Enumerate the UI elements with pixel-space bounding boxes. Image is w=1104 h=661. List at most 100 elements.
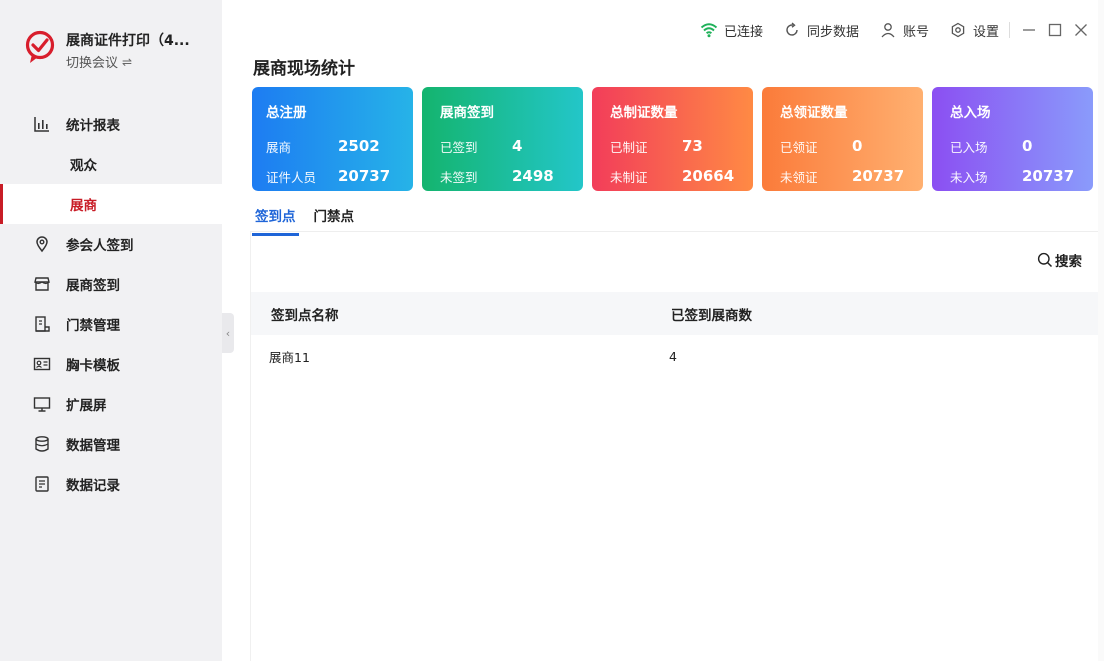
- sidebar-item-label: 数据管理: [66, 438, 120, 454]
- column-header-name: 签到点名称: [271, 307, 339, 324]
- bar-chart-icon: [32, 114, 52, 134]
- settings-button[interactable]: 设置: [949, 21, 999, 40]
- stat-card-badges-made: 总制证数量 已制证 73 未制证 20664: [592, 87, 753, 191]
- sidebar-item-exhibitor-checkin[interactable]: 展商签到: [0, 264, 222, 304]
- card-title: 总制证数量: [610, 105, 678, 121]
- database-icon: [32, 434, 52, 454]
- search-label: 搜索: [1055, 254, 1082, 270]
- card-row-value: 0: [1022, 137, 1033, 155]
- table-header: 签到点名称 已签到展商数: [251, 292, 1099, 335]
- gear-icon: [949, 21, 967, 39]
- close-icon[interactable]: [1074, 23, 1088, 37]
- card-row-label: 已制证: [610, 139, 648, 155]
- sidebar-item-label: 展商签到: [66, 278, 120, 294]
- card-row-value: 2502: [338, 137, 380, 155]
- sidebar-item-data-records[interactable]: 数据记录: [0, 464, 222, 504]
- card-row-label: 未签到: [440, 169, 478, 185]
- card-row-value: 20737: [852, 167, 905, 185]
- sidebar-item-label: 门禁管理: [66, 318, 120, 334]
- stat-card-registration: 总注册 展商 2502 证件人员 20737: [252, 87, 413, 191]
- checkin-points-table: 签到点名称 已签到展商数 展商11 4: [251, 292, 1099, 378]
- card-row: 未领证 20737: [780, 161, 923, 191]
- search-icon: [1037, 252, 1053, 268]
- card-row-label: 展商: [266, 139, 292, 155]
- account-label: 账号: [902, 24, 929, 40]
- sidebar-item-exhibitor[interactable]: 展商: [0, 184, 222, 224]
- card-row: 证件人员 20737: [266, 161, 413, 191]
- sidebar-item-label: 观众: [70, 158, 97, 174]
- sidebar-item-data-management[interactable]: 数据管理: [0, 424, 222, 464]
- card-row-value: 4: [512, 137, 523, 155]
- sidebar-item-badge-template[interactable]: 胸卡模板: [0, 344, 222, 384]
- sidebar-item-extended-screen[interactable]: 扩展屏: [0, 384, 222, 424]
- card-row-value: 0: [852, 137, 863, 155]
- table-cell: 展商11: [269, 350, 310, 365]
- sidebar-item-label: 展商: [70, 198, 97, 214]
- card-row: 未制证 20664: [610, 161, 753, 191]
- sidebar-item-attendee-checkin[interactable]: 参会人签到: [0, 224, 222, 264]
- maximize-icon[interactable]: [1048, 23, 1062, 37]
- sidebar-collapse-button[interactable]: ‹: [222, 313, 234, 353]
- user-icon: [879, 21, 897, 39]
- stat-cards: 总注册 展商 2502 证件人员 20737 展商签到 已签到 4 未签到 24…: [252, 87, 1093, 191]
- store-icon: [32, 274, 52, 294]
- top-toolbar: 已连接 同步数据 账号 设置: [680, 18, 1104, 42]
- content-panel: 搜索 签到点名称 已签到展商数 展商11 4: [250, 231, 1099, 661]
- card-row-value: 73: [682, 137, 703, 155]
- card-row: 展商 2502: [266, 131, 413, 161]
- switch-meeting-label: 切换会议: [66, 56, 119, 71]
- card-row-label: 已入场: [950, 139, 988, 155]
- sync-label: 同步数据: [806, 24, 859, 40]
- sidebar-item-audience[interactable]: 观众: [0, 144, 222, 184]
- scrollbar-track[interactable]: [1098, 0, 1104, 661]
- brand-logo-icon: [25, 30, 55, 63]
- brand: 展商证件打印（4... 切换会议 ⇌: [24, 28, 214, 72]
- card-row-value: 20737: [338, 167, 391, 185]
- card-row: 已签到 4: [440, 131, 583, 161]
- toolbar-divider: [1009, 22, 1010, 38]
- sidebar-item-access-control[interactable]: 门禁管理: [0, 304, 222, 344]
- card-row-value: 2498: [512, 167, 554, 185]
- document-icon: [32, 474, 52, 494]
- connection-status[interactable]: 已连接: [700, 21, 763, 40]
- stat-card-entry: 总入场 已入场 0 未入场 20737: [932, 87, 1093, 191]
- sidebar-item-label: 统计报表: [66, 118, 120, 134]
- page-title: 展商现场统计: [253, 59, 355, 79]
- swap-icon: ⇌: [122, 54, 133, 69]
- minimize-icon[interactable]: [1022, 23, 1036, 37]
- sidebar-item-label: 胸卡模板: [66, 358, 120, 374]
- card-row: 已入场 0: [950, 131, 1093, 161]
- table-cell: 4: [669, 349, 677, 364]
- card-row-label: 未领证: [780, 169, 818, 185]
- stat-card-exhibitor-checkin: 展商签到 已签到 4 未签到 2498: [422, 87, 583, 191]
- card-row-label: 已领证: [780, 139, 818, 155]
- monitor-icon: [32, 394, 52, 414]
- id-card-icon: [32, 354, 52, 374]
- card-title: 展商签到: [440, 105, 494, 121]
- chevron-left-icon: ‹: [225, 326, 231, 340]
- card-row-value: 20664: [682, 167, 735, 185]
- stat-card-badges-collected: 总领证数量 已领证 0 未领证 20737: [762, 87, 923, 191]
- sync-data-button[interactable]: 同步数据: [783, 21, 859, 40]
- column-header-count: 已签到展商数: [671, 307, 752, 324]
- connection-label: 已连接: [723, 24, 763, 40]
- app-window: 展商证件打印（4... 切换会议 ⇌ 统计报表 观众 展商 参会人签到 展商签到…: [0, 0, 1104, 661]
- table-row[interactable]: 展商11 4: [251, 335, 1099, 378]
- card-row: 未入场 20737: [950, 161, 1093, 191]
- card-row: 已制证 73: [610, 131, 753, 161]
- settings-label: 设置: [972, 24, 999, 40]
- card-row-label: 已签到: [440, 139, 478, 155]
- card-title: 总入场: [950, 105, 991, 121]
- card-row-label: 证件人员: [266, 169, 317, 185]
- card-row-value: 20737: [1022, 167, 1075, 185]
- card-row: 已领证 0: [780, 131, 923, 161]
- sidebar-item-statistics[interactable]: 统计报表: [0, 104, 222, 144]
- sidebar-item-label: 数据记录: [66, 478, 120, 494]
- card-title: 总领证数量: [780, 105, 848, 121]
- sidebar-item-label: 参会人签到: [66, 238, 134, 254]
- search-button[interactable]: 搜索: [1037, 250, 1082, 270]
- wifi-icon: [700, 21, 718, 39]
- sidebar: 展商证件打印（4... 切换会议 ⇌ 统计报表 观众 展商 参会人签到 展商签到…: [0, 0, 222, 661]
- switch-meeting-button[interactable]: 切换会议 ⇌: [66, 52, 133, 72]
- account-button[interactable]: 账号: [879, 21, 929, 40]
